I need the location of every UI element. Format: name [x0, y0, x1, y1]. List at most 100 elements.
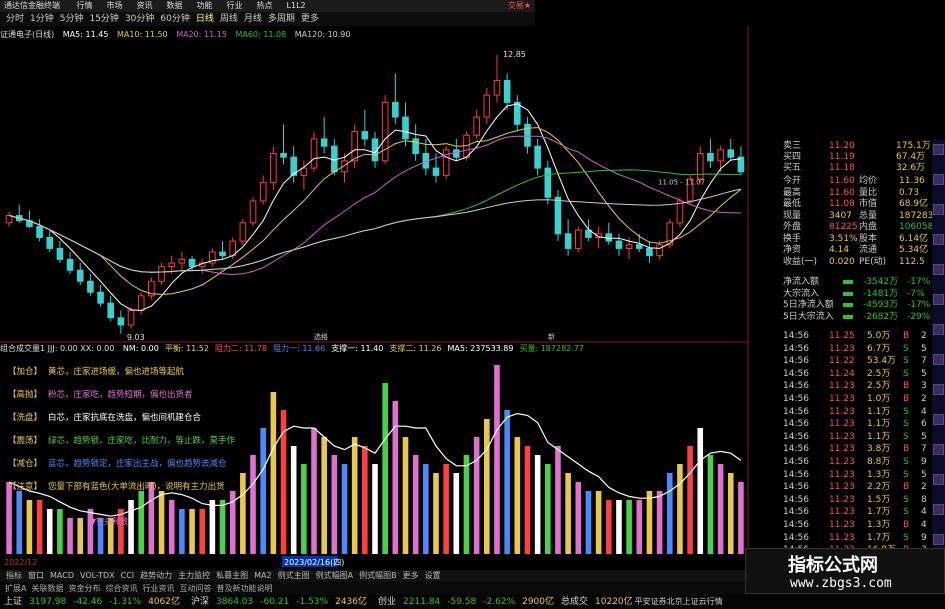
volume-bar [270, 392, 277, 554]
period-tab[interactable]: 月线 [244, 12, 262, 26]
volume-bar [402, 437, 409, 554]
indicator-tab[interactable]: 设置 [425, 571, 441, 580]
low-price-label: 9.03 [127, 333, 145, 342]
side-tool-icon[interactable] [933, 294, 944, 305]
stat-value: 187283 [899, 210, 934, 221]
tick-time: 14:56 [783, 457, 809, 467]
side-tool-icon[interactable] [933, 534, 944, 545]
period-bar: 分时 1分钟 5分钟 15分钟 30分钟 60分钟 日线 周线 月线 多周期 更多 [0, 12, 535, 26]
volume-bar [138, 491, 145, 554]
indicator-tab[interactable]: MA2 [254, 571, 271, 580]
side-tool-icon[interactable] [933, 474, 944, 485]
indicator-tab[interactable]: 指标 [6, 571, 22, 580]
legend-tag: 【震荡】 [8, 436, 43, 446]
tick-side: B [903, 331, 910, 341]
stat-label: PE(动) [859, 256, 887, 267]
period-tab[interactable]: 60分钟 [160, 12, 189, 26]
legend-tag: 【加仓】 [8, 367, 43, 377]
menu-item[interactable]: 资讯 [137, 1, 153, 10]
stat-value: 0.73 [899, 187, 920, 198]
info-tab[interactable]: 综合资讯 [105, 584, 137, 593]
side-tool-icon[interactable] [933, 384, 944, 395]
indicator-name: 组合成交量1 JJJ: 0.00 XX: 0.00 [0, 344, 115, 353]
info-tab[interactable]: 资金分布 [68, 584, 100, 593]
tick-time: 14:56 [783, 532, 809, 543]
period-tab[interactable]: 日线 [196, 12, 214, 26]
info-tab[interactable]: 关联数据 [31, 584, 63, 593]
info-tab[interactable]: 扩展A [5, 584, 26, 593]
menu-item[interactable]: 行业 [227, 1, 243, 10]
indicator-tab[interactable]: 窗口 [28, 571, 44, 580]
indicator-tab[interactable]: 趋势动力 [140, 571, 172, 580]
period-tab[interactable]: 5分钟 [60, 12, 84, 26]
index-name[interactable]: 上证 [4, 597, 22, 607]
indicator-tab[interactable]: CCI [121, 571, 135, 580]
indicator-tab[interactable]: VOL-TDX [80, 571, 115, 580]
menu-item[interactable]: 功能 [197, 1, 213, 10]
indicator-tab[interactable]: 更多 [403, 571, 419, 580]
period-tab[interactable]: 30分钟 [125, 12, 154, 26]
volume-bar [372, 464, 378, 554]
side-tool-icon[interactable] [933, 264, 944, 275]
tick-row: 14:56 11.23 1.7万 S 9 [751, 532, 934, 545]
volume-bar [433, 473, 439, 554]
indicator-tab[interactable]: 例式幅图B [359, 571, 397, 580]
indicator-tab[interactable]: MACD [50, 571, 74, 580]
indicator-tab[interactable]: 主力监控 [178, 571, 210, 580]
index-name[interactable]: 创业 [378, 597, 396, 607]
tick-count: 5 [921, 431, 927, 442]
index-name[interactable]: 沪深 [191, 597, 209, 607]
menu-item[interactable]: 市场 [107, 1, 123, 10]
watermark-title: 指标公式网 [788, 555, 878, 576]
menu-item[interactable]: 热点 [257, 1, 273, 10]
side-tool-icon[interactable] [933, 504, 944, 515]
stat-value: 106058 [899, 222, 934, 232]
side-tool-icon[interactable] [933, 234, 944, 245]
stat-value: 5.34亿 [899, 245, 929, 255]
tick-count: 6 [921, 419, 927, 430]
indicator-tab[interactable]: 例式主图 [278, 571, 310, 580]
period-tab[interactable]: 分时 [6, 12, 24, 26]
side-tool-icon[interactable] [933, 204, 944, 215]
menu-item[interactable]: 行情 [77, 1, 93, 10]
volume-bar [331, 455, 338, 554]
ma-header: 证通电子(日线) MA5: 11.45 MA10: 11.50 MA20: 11… [0, 29, 357, 41]
trade-button[interactable]: 交易★ [508, 0, 531, 12]
tick-side: B [903, 482, 910, 493]
tick-side: S [903, 368, 909, 379]
side-tool-icon[interactable] [933, 414, 944, 425]
side-tool-icon[interactable] [933, 174, 944, 185]
side-tool-icon[interactable] [933, 444, 944, 455]
side-tool-icon[interactable] [933, 354, 944, 365]
indicator-value: 支撑二: 11.26 [389, 344, 442, 353]
legend-row: 【高抛】 粉芯，庄家吃，趋势短期，偏也出货者 [8, 388, 193, 402]
legend-row: 【减仓】 蓝芯，趋势锁定，庄家出主战，偏也趋势去减仓 [8, 457, 227, 471]
tick-time: 14:56 [783, 343, 809, 354]
side-tool-icon[interactable] [933, 144, 944, 155]
tick-row: 14:56 11.23 2.2万 B 2 [751, 481, 934, 494]
index-price: 2211.84 [403, 597, 441, 607]
period-tab[interactable]: 15分钟 [89, 12, 118, 26]
volume-bar [392, 401, 399, 554]
indicator-tab[interactable]: 例式幅图A [316, 571, 353, 580]
info-tab[interactable]: 普及新功能说明 [216, 584, 272, 593]
volume-bar [707, 455, 714, 554]
tick-side: S [903, 469, 909, 480]
period-tab[interactable]: 多周期 [268, 12, 295, 26]
stat-label: 外盘 [783, 222, 802, 232]
volume-bar [26, 500, 33, 554]
indicator-tab[interactable]: 私募主图 [216, 571, 248, 580]
info-tab[interactable]: 行业资讯 [142, 584, 174, 593]
menu-item[interactable]: 数据 [167, 1, 183, 10]
period-tab[interactable]: 1分钟 [30, 12, 54, 26]
menu-item[interactable]: L1L2 [287, 1, 306, 10]
period-tab[interactable]: 更多 [301, 12, 319, 26]
tick-row: 14:56 11.23 2.5万 B 3 [751, 380, 934, 393]
candle [148, 277, 155, 300]
info-tab[interactable]: 互动问答 [179, 584, 211, 593]
period-tab[interactable]: 周线 [220, 12, 238, 26]
side-tool-icon[interactable] [933, 324, 944, 335]
stat-label: 量比 [859, 187, 878, 198]
tick-volume: 1.3万 [867, 520, 891, 530]
top-menu[interactable]: 行情 市场 资讯 数据 功能 行业 热点 L1L2 [63, 1, 306, 10]
